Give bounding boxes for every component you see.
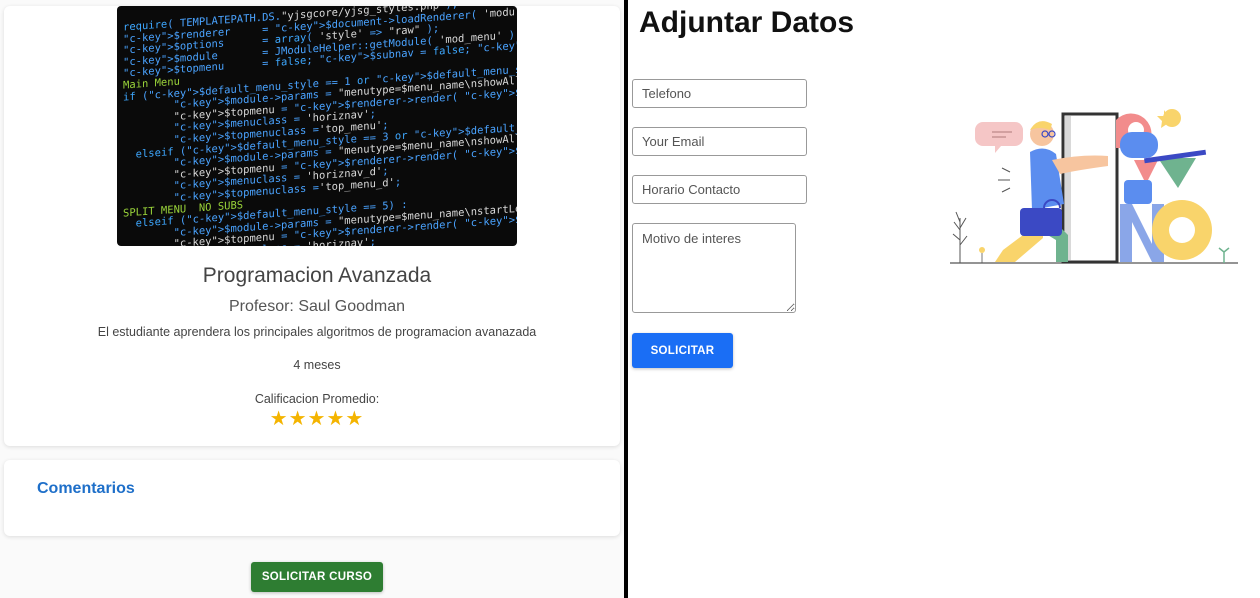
code-snippet: require( TEMPLATEPATH.DS."yjsgcore/yjsg_…: [123, 6, 517, 246]
form-title: Adjuntar Datos: [639, 6, 855, 39]
course-professor: Profesor: Saul Goodman: [228, 298, 406, 315]
course-description: El estudiante aprendera los principales …: [97, 325, 537, 339]
course-image: require( TEMPLATEPATH.DS."yjsgcore/yjsg_…: [117, 6, 517, 246]
course-card: require( TEMPLATEPATH.DS."yjsgcore/yjsg_…: [4, 6, 620, 446]
course-title: Programacion Avanzada: [202, 264, 432, 287]
form-pane: Adjuntar Datos SOLICITAR: [628, 0, 1260, 598]
solicitar-curso-button[interactable]: SOLICITAR CURSO: [251, 562, 383, 592]
person-with-shapes-illustration: [950, 109, 1238, 264]
telefono-input[interactable]: [632, 79, 807, 108]
course-pane: require( TEMPLATEPATH.DS."yjsgcore/yjsg_…: [0, 0, 624, 598]
motivo-textarea[interactable]: [632, 223, 796, 313]
rating-label: Calificacion Promedio:: [254, 392, 380, 406]
comments-title: Comentarios: [37, 480, 135, 497]
email-input[interactable]: [632, 127, 807, 156]
course-duration: 4 meses: [293, 358, 341, 372]
solicitar-button[interactable]: SOLICITAR: [632, 333, 733, 368]
rating-stars: ★★★★★: [4, 406, 630, 431]
horario-contacto-input[interactable]: [632, 175, 807, 204]
star-icon: ★★★★★: [269, 408, 365, 430]
comments-card: Comentarios: [4, 460, 620, 536]
